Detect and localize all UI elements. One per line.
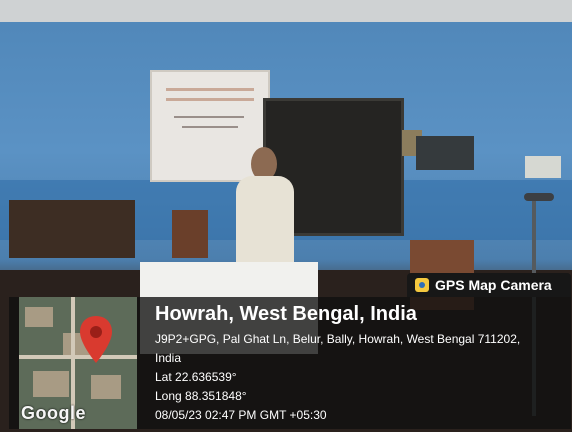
screen-text-line <box>174 116 244 118</box>
screen-text-line <box>166 88 254 91</box>
longitude-text: Long 88.351848° <box>155 389 247 403</box>
desk <box>9 200 135 258</box>
photo: GPS Map Camera Google Howrah, West Benga… <box>0 0 572 432</box>
location-title: Howrah, West Bengal, India <box>155 303 417 325</box>
gps-map-camera-icon <box>415 278 429 292</box>
screen-text-line <box>182 126 238 128</box>
location-pin-icon <box>80 316 112 363</box>
ceiling <box>0 0 572 22</box>
google-logo: Google <box>21 403 86 423</box>
screen-text-line <box>166 98 254 101</box>
gps-badge-label: GPS Map Camera <box>435 277 552 293</box>
speaker <box>236 176 294 272</box>
map-block <box>33 371 69 397</box>
address-line-1: J9P2+GPG, Pal Ghat Ln, Belur, Bally, How… <box>155 332 521 346</box>
microphone <box>524 193 554 201</box>
gps-badge: GPS Map Camera <box>407 273 571 297</box>
address-line-2: India <box>155 351 182 365</box>
timestamp-text: 08/05/23 02:47 PM GMT +05:30 <box>155 408 327 422</box>
map-block <box>25 307 53 327</box>
latitude-text: Lat 22.636539° <box>155 370 237 384</box>
map-thumbnail: Google <box>19 297 137 429</box>
map-block <box>91 375 121 399</box>
wall-box <box>416 136 474 170</box>
switchboard <box>525 156 561 178</box>
chair <box>172 210 208 258</box>
gps-info-panel: Google Howrah, West Bengal, India J9P2+G… <box>9 297 571 429</box>
